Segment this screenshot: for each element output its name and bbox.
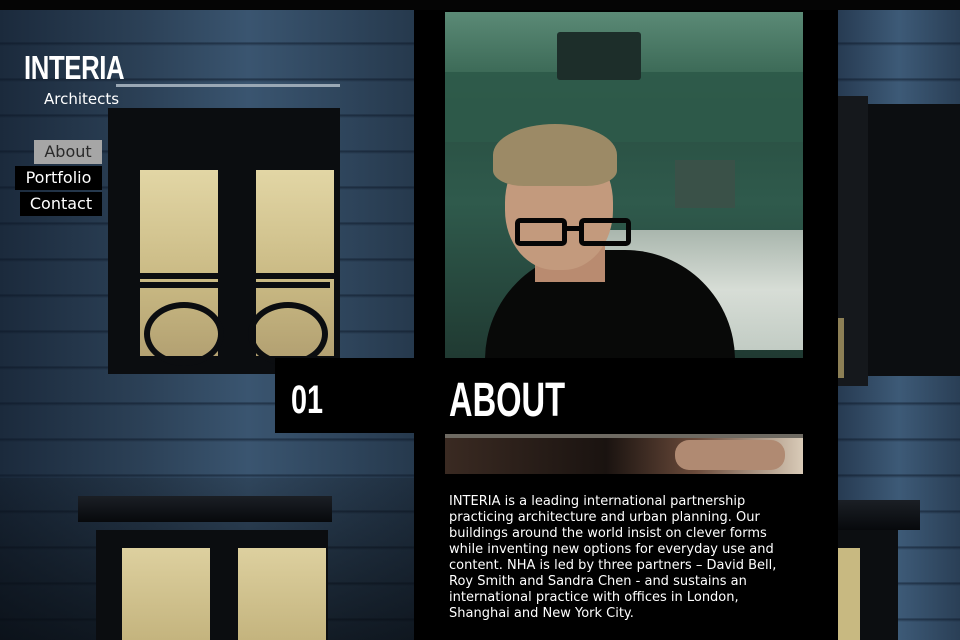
awning-right [838,500,920,530]
portrait-photo-lower-strip [445,434,803,474]
railing-ornament [248,302,328,366]
photo-lamp [557,32,641,80]
window-rail [140,273,334,279]
photo-table [675,160,735,208]
glasses-bridge [565,226,581,231]
photo-glasses [511,218,637,248]
nav-item-portfolio[interactable]: Portfolio [15,166,102,190]
photo-person-hair [493,124,617,186]
wrought-iron-railing [140,282,330,366]
lit-window-lower-right [838,530,898,640]
glasses-lens [515,218,567,246]
window-pane [238,548,326,640]
lit-window-lower [96,530,328,640]
photo-wall [445,72,803,142]
section-number: 01 [291,378,324,422]
portrait-photo [445,12,803,358]
section-title: ABOUT [449,374,566,427]
nav-item-contact[interactable]: Contact [20,192,102,216]
about-description: INTERIA is a leading international partn… [449,494,777,621]
glasses-lens [579,218,631,246]
dark-window-right [868,104,960,376]
awning-bracket [116,84,340,87]
logo-tagline: Architects [44,90,120,108]
window-pane [838,548,860,640]
top-border [0,0,960,10]
awning [78,496,332,522]
nav-item-about[interactable]: About [34,140,102,164]
photo-strip-edge [445,434,803,438]
lit-window-sliver [838,318,844,378]
window-pane [122,548,210,640]
photo-hand [675,440,785,470]
railing-ornament [144,302,224,366]
logo-title[interactable]: INTERIA [24,50,125,86]
